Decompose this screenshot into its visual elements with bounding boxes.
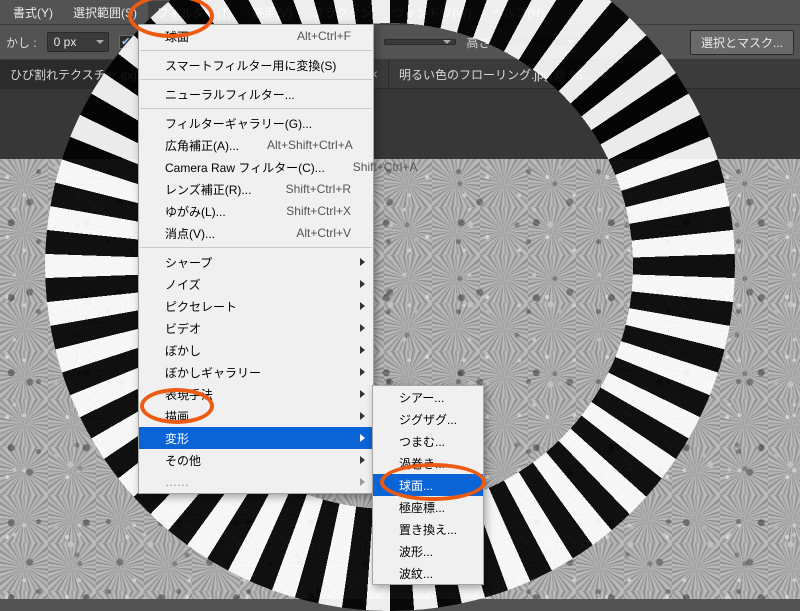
shortcut-label: Alt+Shift+Ctrl+A <box>239 138 353 152</box>
menu-item-render[interactable]: 表現手法 <box>139 383 373 405</box>
menu-filter[interactable]: フィルター(T) <box>148 1 241 24</box>
menu-item-label: 渦巻き... <box>399 455 445 472</box>
menu-item-smart-filter[interactable]: スマートフィルター用に変換(S) <box>139 54 373 76</box>
menu-item-label: ぼかし <box>165 342 201 359</box>
distort-submenu: シアー... ジグザグ... つまむ... 渦巻き... 球面... 極座標..… <box>372 385 484 585</box>
menu-item-label: レンズ補正(R)... <box>165 181 251 198</box>
submenu-item-spherize[interactable]: 球面... <box>373 474 483 496</box>
menu-item-label: ノイズ <box>165 276 201 293</box>
menu-item-label: 広角補正(A)... <box>165 137 239 154</box>
menu-item-label: 波形... <box>399 543 433 560</box>
menu-item-label: 球面... <box>399 477 433 494</box>
menu-item-label: 描画 <box>165 408 189 425</box>
menu-item-label: 表現手法 <box>165 386 213 403</box>
menu-item-stylize[interactable]: 描画 <box>139 405 373 427</box>
menu-item-pixelate[interactable]: ピクセレート <box>139 295 373 317</box>
submenu-item-wave[interactable]: 波形... <box>373 540 483 562</box>
menu-item-label: シャープ <box>165 254 212 271</box>
menu-item-label: 極座標... <box>399 499 445 516</box>
shortcut-label: Alt+Ctrl+F <box>269 29 351 43</box>
submenu-item-ripple[interactable]: 波紋... <box>373 562 483 584</box>
shortcut-label: Shift+Ctrl+X <box>258 204 351 218</box>
submenu-item-zigzag[interactable]: ジグザグ... <box>373 408 483 430</box>
menu-item-lens[interactable]: レンズ補正(R)... Shift+Ctrl+R <box>139 178 373 200</box>
menu-format[interactable]: 書式(Y) <box>4 1 62 24</box>
menu-plugins[interactable]: プラグイン <box>303 1 381 24</box>
menu-select[interactable]: 選択範囲(S) <box>64 1 146 24</box>
tab-label: 明るい色のフローリング.jpg @ 25... <box>399 66 593 83</box>
submenu-item-displace[interactable]: 置き換え... <box>373 518 483 540</box>
menu-item-label: その他 <box>165 452 201 469</box>
menu-help[interactable]: ヘルプ(H) <box>482 1 553 24</box>
menu-item-other[interactable]: その他 <box>139 449 373 471</box>
menu-item-neural[interactable]: ニューラルフィルター... <box>139 83 373 105</box>
menu-item-label: 消点(V)... <box>165 225 215 242</box>
height-label: 高さ : <box>466 34 497 51</box>
menu-item-hidden[interactable]: …… <box>139 471 373 493</box>
menu-item-label: ニューラルフィルター... <box>165 86 295 103</box>
submenu-item-shear[interactable]: シアー... <box>373 386 483 408</box>
feather-field[interactable]: 0 px <box>47 32 109 52</box>
antialias-checkbox[interactable] <box>119 35 133 49</box>
document-tabbar: ひび割れテクスチャ.jpg @ 散りばめられたテクスチャ.jpg @... × … <box>0 60 800 89</box>
shortcut-label: Shift+Ctrl+R <box>258 182 351 196</box>
document-tab[interactable]: 明るい色のフローリング.jpg @ 25... × <box>389 60 620 88</box>
menu-item-wide-angle[interactable]: 広角補正(A)...Alt+Shift+Ctrl+A <box>139 134 373 156</box>
menu-item-noise[interactable]: ノイズ <box>139 273 373 295</box>
menu-item-video[interactable]: ビデオ <box>139 317 373 339</box>
menu-item-vanish[interactable]: 消点(V)... Alt+Ctrl+V <box>139 222 373 244</box>
menu-item-distort[interactable]: 変形 <box>139 427 373 449</box>
menu-item-label: 球面 <box>165 28 189 45</box>
close-icon[interactable]: × <box>601 67 609 81</box>
menu-item-label: …… <box>165 475 189 489</box>
menu-view[interactable]: 表示(V) <box>243 1 301 24</box>
menu-item-label: 置き換え... <box>399 521 457 538</box>
select-and-mask-button[interactable]: 選択とマスク... <box>690 30 794 55</box>
menu-separator <box>140 50 372 51</box>
width-field[interactable] <box>384 39 456 45</box>
menu-separator <box>140 247 372 248</box>
height-field[interactable] <box>507 39 579 45</box>
menu-item-label: ビデオ <box>165 320 201 337</box>
menu-item-gallery[interactable]: フィルターギャラリー(G)... <box>139 112 373 134</box>
shortcut-label: Alt+Ctrl+V <box>268 226 351 240</box>
submenu-item-ocean[interactable]: 渦巻き... <box>373 452 483 474</box>
submenu-item-pinch[interactable]: つまむ... <box>373 430 483 452</box>
menu-item-label: フィルターギャラリー(G)... <box>165 115 312 132</box>
menu-window[interactable]: ウィンドウ(W) <box>383 1 480 24</box>
menu-item-label: スマートフィルター用に変換(S) <box>165 57 336 74</box>
menu-item-label: つまむ... <box>399 433 445 450</box>
submenu-item-polar[interactable]: 極座標... <box>373 496 483 518</box>
canvas-pasteboard <box>0 89 800 159</box>
menu-item-label: Camera Raw フィルター(C)... <box>165 159 325 176</box>
menu-separator <box>140 79 372 80</box>
shortcut-label: Shift+Ctrl+A <box>325 160 418 174</box>
menu-item-label: シアー... <box>399 389 444 406</box>
app-menubar: 書式(Y) 選択範囲(S) フィルター(T) 表示(V) プラグイン ウィンドウ… <box>0 0 800 24</box>
menu-item-liquify[interactable]: ゆがみ(L)... Shift+Ctrl+X <box>139 200 373 222</box>
menu-item-label: ぼかしギャラリー <box>165 364 261 381</box>
menu-item-blur-gallery[interactable]: ぼかしギャラリー <box>139 361 373 383</box>
menu-item-label: ジグザグ... <box>399 411 457 428</box>
menu-item-label: ゆがみ(L)... <box>165 203 226 220</box>
filter-menu: 球面 Alt+Ctrl+F スマートフィルター用に変換(S) ニューラルフィルタ… <box>138 24 374 494</box>
feather-label: かし : <box>6 34 37 51</box>
tab-label: ひび割れテクスチャ.jpg @ <box>10 66 152 83</box>
options-bar: かし : 0 px ア 幅 : 高さ : 選択とマスク... <box>0 24 800 60</box>
menu-item-camera-raw[interactable]: Camera Raw フィルター(C)...Shift+Ctrl+A <box>139 156 373 178</box>
menu-separator <box>140 108 372 109</box>
menu-item-label: 波紋... <box>399 565 433 582</box>
menu-item-last-filter[interactable]: 球面 Alt+Ctrl+F <box>139 25 373 47</box>
menu-item-label: ピクセレート <box>165 298 237 315</box>
menu-item-sharpen[interactable]: シャープ <box>139 251 373 273</box>
menu-item-label: 変形 <box>165 430 189 447</box>
menu-item-blur[interactable]: ぼかし <box>139 339 373 361</box>
